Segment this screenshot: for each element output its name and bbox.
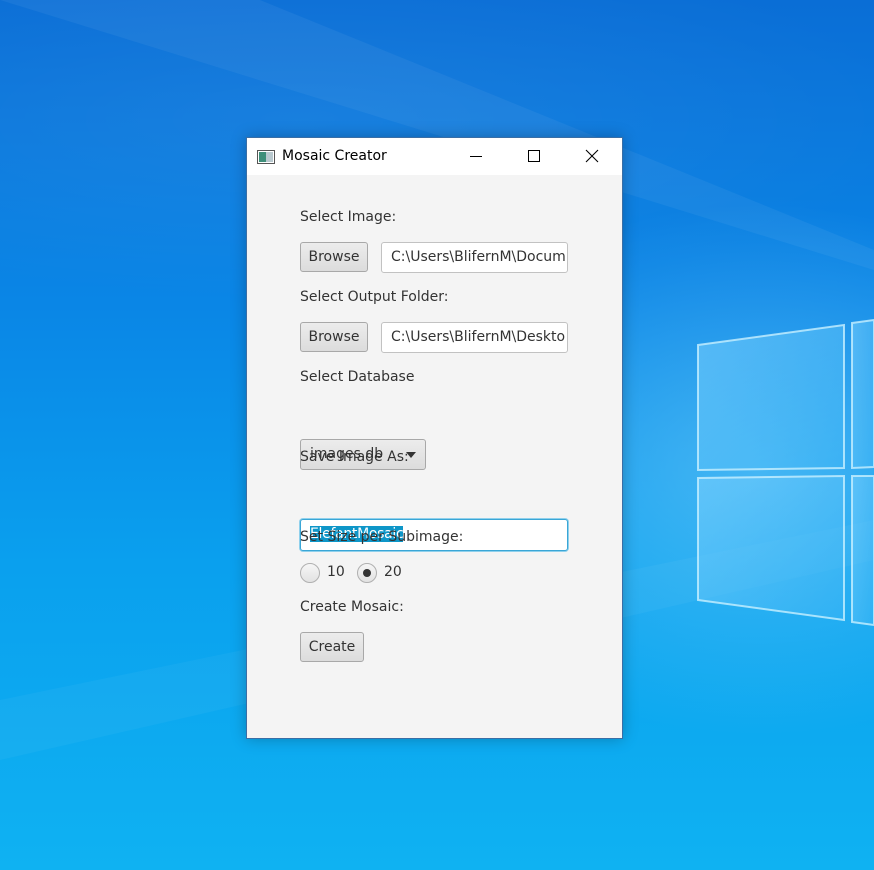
- windows-logo: [697, 318, 874, 627]
- radio-selected-dot: [363, 569, 371, 577]
- mosaic-creator-window: Mosaic Creator Select Image: Browse C:\U…: [246, 137, 623, 739]
- output-path-field[interactable]: C:\Users\BlifernM\Deskto: [381, 322, 568, 353]
- image-path-field[interactable]: C:\Users\BlifernM\Docum: [381, 242, 568, 273]
- minimize-button[interactable]: [447, 138, 505, 175]
- size-20-label[interactable]: 20: [384, 564, 402, 580]
- size-10-label[interactable]: 10: [327, 564, 345, 580]
- maximize-icon: [528, 150, 540, 162]
- save-image-as-label: Save Image As:: [300, 449, 409, 465]
- window-title: Mosaic Creator: [282, 148, 387, 164]
- select-image-label: Select Image:: [300, 209, 397, 225]
- close-icon: [585, 149, 599, 163]
- size-per-subimage-label: Set Size per Subimage:: [300, 529, 464, 545]
- minimize-icon: [470, 156, 482, 157]
- select-output-folder-label: Select Output Folder:: [300, 289, 449, 305]
- browse-image-button[interactable]: Browse: [300, 242, 368, 272]
- browse-output-button[interactable]: Browse: [300, 322, 368, 352]
- maximize-button[interactable]: [505, 138, 563, 175]
- title-bar[interactable]: Mosaic Creator: [247, 138, 622, 175]
- create-mosaic-label: Create Mosaic:: [300, 599, 404, 615]
- close-button[interactable]: [563, 138, 621, 175]
- create-button[interactable]: Create: [300, 632, 364, 662]
- select-database-label: Select Database: [300, 369, 415, 385]
- size-20-radio[interactable]: [357, 563, 377, 583]
- size-10-radio[interactable]: [300, 563, 320, 583]
- form-panel: Select Image: Browse C:\Users\BlifernM\D…: [247, 175, 622, 738]
- app-icon: [257, 150, 275, 164]
